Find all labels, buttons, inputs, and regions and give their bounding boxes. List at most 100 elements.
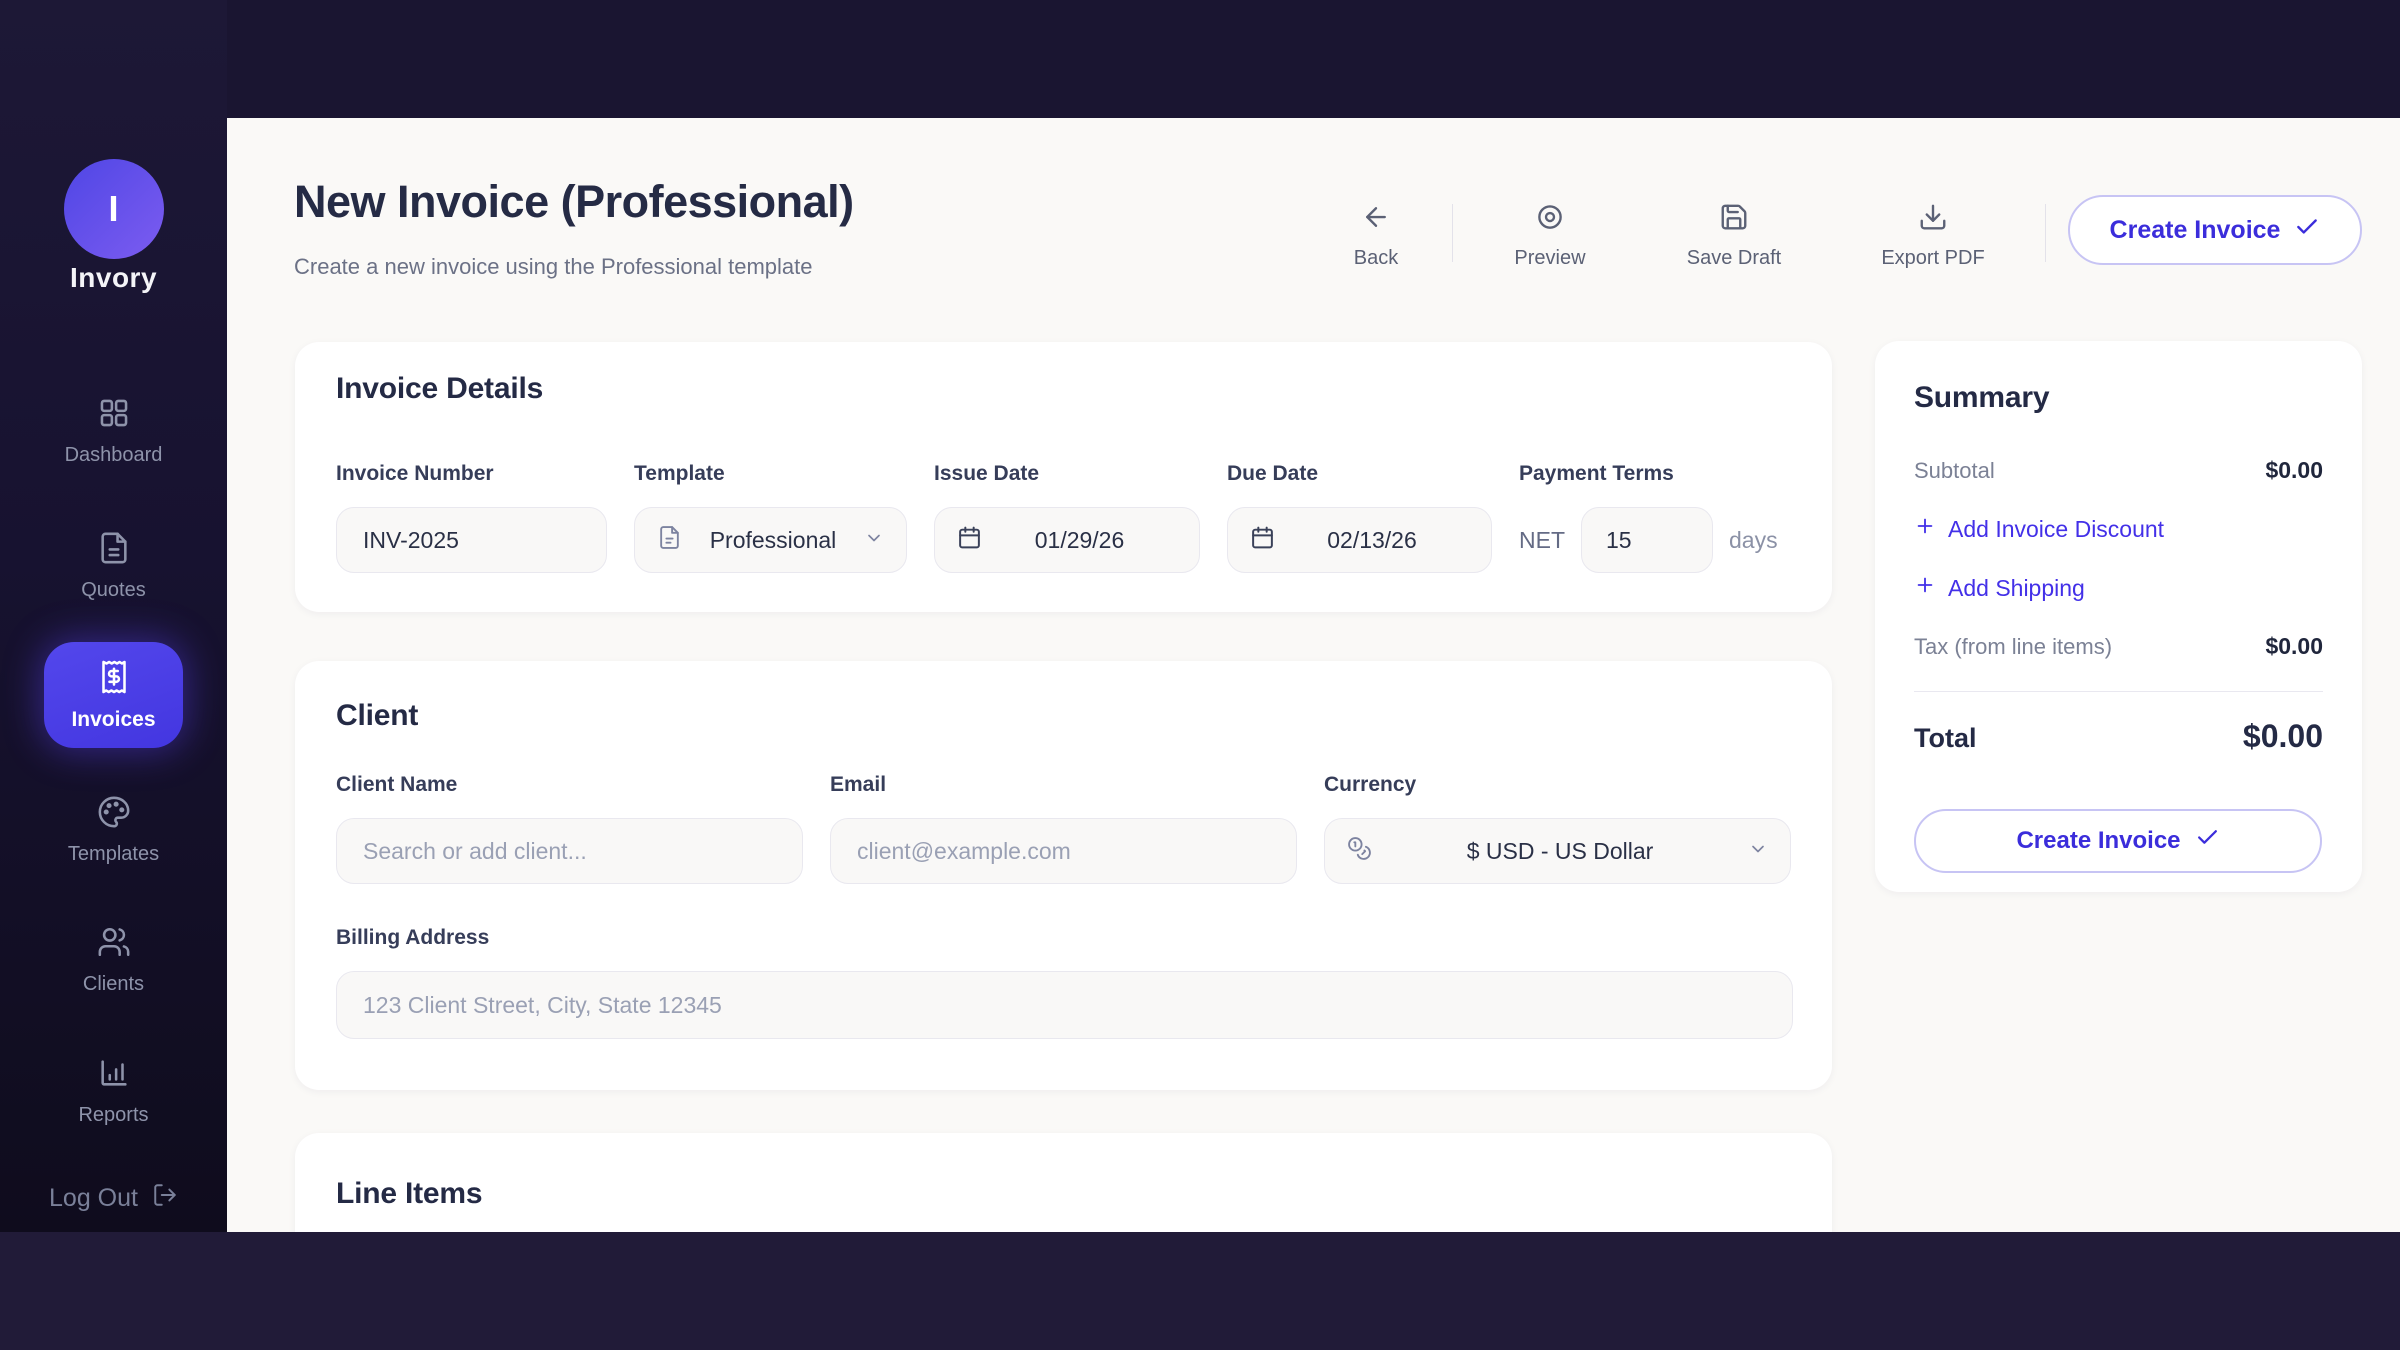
currency-value: $ USD - US Dollar bbox=[1372, 838, 1748, 865]
email-input[interactable] bbox=[830, 818, 1297, 884]
palette-icon bbox=[97, 795, 131, 834]
arrow-left-icon bbox=[1361, 202, 1391, 237]
sidebar: I Invory Dashboard Quotes bbox=[0, 0, 227, 1232]
total-row: Total $0.00 bbox=[1914, 718, 2323, 755]
tax-label: Tax (from line items) bbox=[1914, 634, 2112, 660]
due-date-field: Due Date 02/13/26 bbox=[1227, 462, 1492, 573]
add-shipping-label: Add Shipping bbox=[1948, 575, 2085, 602]
save-draft-button[interactable]: Save Draft bbox=[1644, 202, 1824, 270]
save-draft-label: Save Draft bbox=[1687, 247, 1781, 270]
invoice-details-card: Invoice Details Invoice Number Template bbox=[295, 342, 1832, 612]
add-invoice-discount-link[interactable]: Add Invoice Discount bbox=[1914, 515, 2323, 543]
template-field: Template Professional bbox=[634, 462, 907, 573]
client-heading: Client bbox=[336, 699, 1791, 733]
sidebar-item-label: Dashboard bbox=[65, 444, 163, 467]
invoice-number-input[interactable] bbox=[336, 507, 607, 573]
logo-letter: I bbox=[108, 188, 118, 230]
logout-button[interactable]: Log Out bbox=[0, 1182, 227, 1215]
summary-divider bbox=[1914, 691, 2323, 692]
bar-chart-icon bbox=[97, 1056, 131, 1095]
client-card: Client Client Name Email Currency bbox=[295, 661, 1832, 1090]
summary-card: Summary Subtotal $0.00 Add Invoice Disco… bbox=[1875, 341, 2362, 892]
total-label: Total bbox=[1914, 723, 1977, 754]
add-shipping-link[interactable]: Add Shipping bbox=[1914, 574, 2323, 602]
export-pdf-label: Export PDF bbox=[1881, 247, 1984, 270]
sidebar-item-label: Templates bbox=[68, 843, 159, 866]
sidebar-item-label: Clients bbox=[83, 973, 144, 996]
coins-icon bbox=[1347, 836, 1372, 867]
receipt-icon bbox=[96, 659, 132, 700]
dashboard-icon bbox=[97, 396, 131, 435]
download-icon bbox=[1918, 202, 1948, 237]
preview-label: Preview bbox=[1514, 247, 1585, 270]
header-divider bbox=[1452, 204, 1453, 262]
sidebar-item-invoices[interactable]: Invoices bbox=[44, 642, 183, 748]
calendar-icon bbox=[957, 525, 982, 556]
sidebar-item-dashboard[interactable]: Dashboard bbox=[0, 396, 227, 467]
sidebar-item-quotes[interactable]: Quotes bbox=[0, 531, 227, 602]
subtotal-row: Subtotal $0.00 bbox=[1914, 457, 2323, 484]
add-invoice-discount-label: Add Invoice Discount bbox=[1948, 516, 2164, 543]
invoice-number-label: Invoice Number bbox=[336, 462, 607, 486]
email-field: Email bbox=[830, 773, 1297, 884]
sidebar-item-label: Quotes bbox=[81, 579, 145, 602]
preview-button[interactable]: Preview bbox=[1475, 202, 1625, 270]
issue-date-field: Issue Date 01/29/26 bbox=[934, 462, 1200, 573]
issue-date-label: Issue Date bbox=[934, 462, 1200, 486]
client-name-field: Client Name bbox=[336, 773, 803, 884]
create-invoice-label: Create Invoice bbox=[2016, 827, 2180, 855]
invoice-details-fields: Invoice Number Template Professional bbox=[336, 462, 1791, 573]
line-items-heading: Line Items bbox=[336, 1177, 1791, 1211]
tax-row: Tax (from line items) $0.00 bbox=[1914, 633, 2323, 660]
sidebar-item-clients[interactable]: Clients bbox=[0, 925, 227, 996]
payment-terms-label: Payment Terms bbox=[1519, 462, 1778, 486]
issue-date-input[interactable]: 01/29/26 bbox=[934, 507, 1200, 573]
calendar-icon bbox=[1250, 525, 1275, 556]
subtotal-label: Subtotal bbox=[1914, 458, 1995, 484]
chevron-down-icon bbox=[864, 527, 884, 554]
total-value: $0.00 bbox=[2243, 718, 2323, 755]
line-items-card: Line Items bbox=[295, 1133, 1832, 1232]
file-icon bbox=[657, 525, 682, 556]
payment-terms-input[interactable] bbox=[1581, 507, 1713, 573]
payment-terms-prefix: NET bbox=[1519, 527, 1565, 554]
client-name-input[interactable] bbox=[336, 818, 803, 884]
page-subtitle: Create a new invoice using the Professio… bbox=[294, 254, 813, 280]
create-invoice-button-top[interactable]: Create Invoice bbox=[2068, 195, 2362, 265]
invoice-number-field: Invoice Number bbox=[336, 462, 607, 573]
tax-value: $0.00 bbox=[2265, 633, 2323, 660]
payment-terms-field: Payment Terms NET days bbox=[1519, 462, 1778, 573]
page-title: New Invoice (Professional) bbox=[294, 176, 854, 228]
client-name-label: Client Name bbox=[336, 773, 803, 797]
due-date-value: 02/13/26 bbox=[1275, 527, 1469, 554]
plus-icon bbox=[1914, 515, 1936, 543]
create-invoice-button-summary[interactable]: Create Invoice bbox=[1914, 809, 2322, 873]
plus-icon bbox=[1914, 574, 1936, 602]
logout-label: Log Out bbox=[49, 1184, 138, 1213]
app-name: Invory bbox=[0, 262, 227, 294]
export-pdf-button[interactable]: Export PDF bbox=[1838, 202, 2028, 270]
eye-icon bbox=[1535, 202, 1565, 237]
log-out-icon bbox=[152, 1182, 178, 1215]
check-icon bbox=[2294, 214, 2320, 247]
create-invoice-label: Create Invoice bbox=[2110, 216, 2281, 245]
users-icon bbox=[97, 925, 131, 964]
sidebar-item-reports[interactable]: Reports bbox=[0, 1056, 227, 1127]
billing-address-input[interactable] bbox=[336, 971, 1793, 1039]
sidebar-item-label: Reports bbox=[78, 1104, 148, 1127]
due-date-input[interactable]: 02/13/26 bbox=[1227, 507, 1492, 573]
payment-terms-suffix: days bbox=[1729, 527, 1778, 554]
sidebar-item-templates[interactable]: Templates bbox=[0, 795, 227, 866]
subtotal-value: $0.00 bbox=[2265, 457, 2323, 484]
due-date-label: Due Date bbox=[1227, 462, 1492, 486]
sidebar-item-label: Invoices bbox=[71, 708, 155, 732]
app-logo: I bbox=[64, 159, 164, 259]
header-divider bbox=[2045, 204, 2046, 262]
client-fields: Client Name Email Currency bbox=[336, 773, 1791, 884]
currency-select[interactable]: $ USD - US Dollar bbox=[1324, 818, 1791, 884]
file-text-icon bbox=[97, 531, 131, 570]
currency-field: Currency $ USD - US Dollar bbox=[1324, 773, 1791, 884]
back-button[interactable]: Back bbox=[1326, 202, 1426, 270]
template-select[interactable]: Professional bbox=[634, 507, 907, 573]
chevron-down-icon bbox=[1748, 838, 1768, 865]
